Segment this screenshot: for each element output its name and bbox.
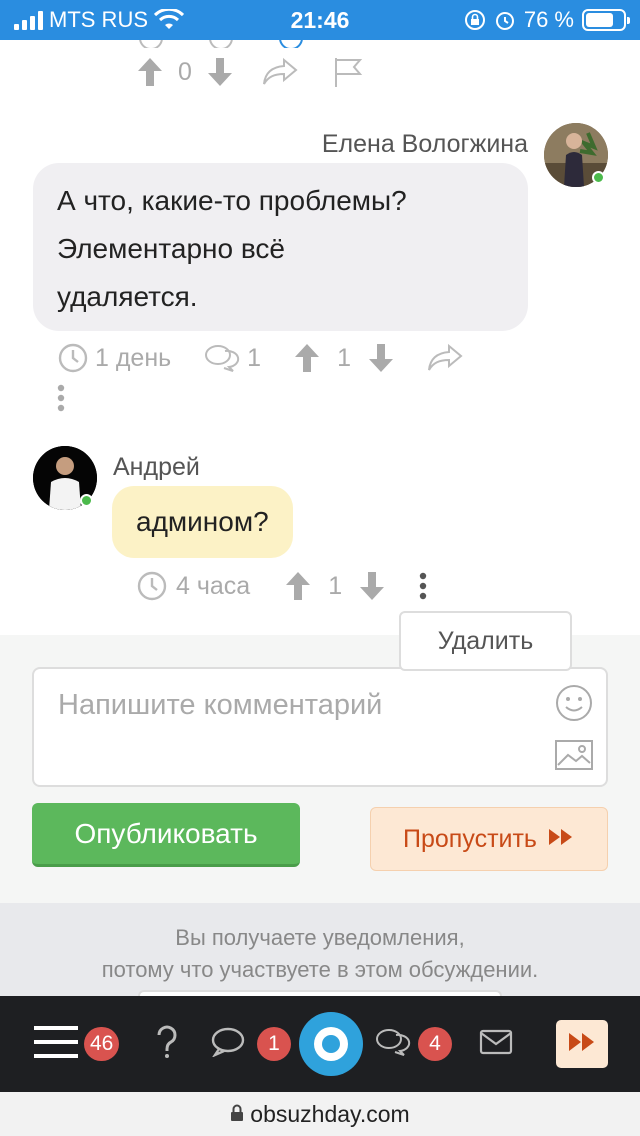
upvote-icon[interactable] (136, 56, 164, 88)
url-text: obsuzhday.com (250, 1100, 410, 1127)
more-options-icon[interactable] (56, 384, 66, 417)
battery-percent: 76 % (523, 7, 574, 32)
discussions-button[interactable]: 4 (374, 996, 452, 1092)
skip-button[interactable]: Пропустить (370, 807, 608, 871)
upvote-icon[interactable] (284, 570, 312, 602)
share-icon[interactable] (427, 343, 463, 373)
comment-placeholder: Напишите комментарий (58, 689, 383, 721)
reply-count: 1 (247, 343, 262, 372)
notification-text: Вы получаете уведомления, потому что уча… (0, 922, 640, 986)
menu-button[interactable]: 46 (34, 996, 120, 1092)
comment-bubble: А что, какие-то проблемы? Элементарно вс… (33, 163, 528, 331)
messages-badge: 1 (257, 1027, 291, 1061)
delete-label: Удалить (437, 626, 534, 655)
more-options-icon[interactable] (418, 572, 428, 600)
comment-input[interactable]: Напишите комментарий (32, 667, 608, 787)
upvote-icon[interactable] (293, 342, 321, 374)
post-actions: 0 (136, 56, 364, 88)
orientation-lock-icon (464, 9, 486, 31)
post-vote-count: 0 (178, 57, 192, 86)
battery-icon (582, 9, 630, 31)
downvote-icon[interactable] (206, 56, 234, 88)
clock-icon (136, 570, 168, 602)
flag-icon[interactable] (332, 56, 364, 88)
alarm-icon (494, 9, 516, 31)
comment-meta: 4 часа 1 (136, 568, 428, 604)
downvote-icon[interactable] (358, 570, 386, 602)
question-icon (153, 1025, 181, 1064)
image-icon[interactable] (554, 739, 594, 776)
questions-button[interactable] (153, 996, 181, 1092)
post-meta-cut (136, 40, 496, 48)
discussions-badge: 4 (418, 1027, 452, 1061)
envelope-icon (479, 1029, 513, 1060)
notification-line: потому что участвуете в этом обсуждении. (101, 957, 539, 982)
emoji-icon[interactable] (554, 683, 594, 728)
online-indicator (80, 494, 93, 507)
publish-label: Опубликовать (74, 817, 258, 849)
fast-forward-icon (567, 1031, 597, 1058)
site-logo-button[interactable] (299, 1012, 363, 1076)
skip-label: Пропустить (403, 824, 537, 853)
comment-meta: 1 день 1 1 (57, 340, 463, 376)
messages-button[interactable]: 1 (211, 996, 291, 1092)
share-icon[interactable] (262, 57, 298, 87)
status-bar: MTS RUS 21:46 76 % (0, 0, 640, 40)
comment-author[interactable]: Андрей (113, 453, 200, 482)
menu-badge: 46 (84, 1027, 120, 1061)
hamburger-icon (34, 1024, 78, 1065)
skip-nav-button[interactable] (556, 1020, 608, 1068)
mail-button[interactable] (479, 996, 513, 1092)
comment-text: админом? (136, 506, 269, 537)
discussions-icon (374, 1027, 414, 1062)
comment-line: Элементарно всё (57, 233, 285, 264)
comment-author[interactable]: Елена Вологжина (322, 130, 528, 159)
delete-menu-item[interactable]: Удалить (399, 611, 572, 671)
comment-line: А что, какие-то проблемы? (57, 185, 407, 216)
downvote-icon[interactable] (367, 342, 395, 374)
vote-count: 1 (337, 343, 351, 372)
chat-bubble-icon (211, 1027, 245, 1062)
fast-forward-icon (547, 825, 575, 854)
browser-url-bar[interactable]: obsuzhday.com (0, 1092, 640, 1136)
comment-bubble: админом? (112, 486, 293, 558)
comment-time: 4 часа (176, 571, 251, 600)
clock-icon (57, 342, 89, 374)
notification-line: Вы получаете уведомления, (175, 925, 465, 950)
publish-button[interactable]: Опубликовать (32, 803, 300, 867)
online-indicator (592, 171, 605, 184)
vote-count: 1 (328, 571, 343, 600)
comment-time: 1 день (95, 343, 172, 372)
replies-icon[interactable] (203, 343, 243, 373)
comment-line: удаляется. (57, 281, 198, 312)
lock-icon (230, 1101, 244, 1128)
